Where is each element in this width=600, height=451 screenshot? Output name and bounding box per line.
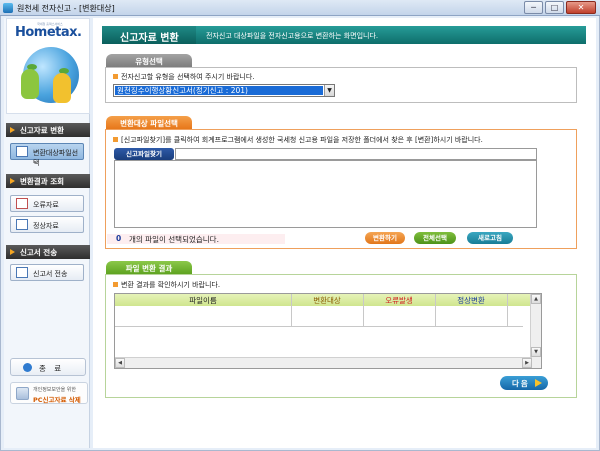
sidebar-item-label: 신고서 전송 — [33, 270, 68, 278]
hometax-logo: 국세청 홈택스서비스 Hometax. — [6, 18, 90, 114]
file-path-field[interactable] — [175, 148, 537, 160]
exit-label: 종 료 — [39, 364, 65, 373]
exit-button[interactable]: 종 료 — [10, 358, 86, 376]
sidebar: 국세청 홈택스서비스 Hometax. 신고자료 변환 변환대상파일선택 변환결… — [4, 18, 90, 448]
column-header-error: 오류발생 — [385, 296, 413, 305]
table-header: 파일이름 변환대상 오류발생 정상변환 — [115, 294, 541, 306]
arrow-right-icon — [10, 178, 15, 184]
selected-file-count: 0 — [116, 234, 122, 243]
scroll-down-icon[interactable]: ▼ — [531, 347, 541, 357]
pc-delete-line2: PC신고자료 삭제 — [33, 396, 81, 404]
page-description: 전자신고 대상파일을 전자신고용으로 변환하는 화면입니다. — [206, 32, 379, 40]
table-row-divider — [115, 326, 523, 327]
conversion-result-table[interactable]: 파일이름 변환대상 오류발생 정상변환 ▲ ▼ ◀ ▶ — [114, 293, 542, 369]
sidebar-section-submit: 신고서 전송 — [6, 245, 90, 259]
column-divider — [363, 294, 364, 326]
selected-file-count-label: 개의 파일이 선택되었습니다. — [129, 235, 219, 244]
arrow-right-icon — [10, 249, 15, 255]
mascot-yellow — [53, 73, 71, 103]
sidebar-section-label: 변환결과 조회 — [20, 177, 65, 186]
logo-text: Hometax. — [15, 25, 82, 40]
bullet-icon — [113, 137, 118, 142]
horizontal-scrollbar[interactable]: ◀ ▶ — [115, 357, 532, 368]
folder-icon — [16, 146, 28, 157]
main-panel: 신고자료 변환 전자신고 대상파일을 전자신고용으로 변환하는 화면입니다. 유… — [93, 18, 596, 448]
refresh-button[interactable]: 새로고침 — [467, 232, 513, 244]
scroll-up-icon[interactable]: ▲ — [531, 294, 541, 304]
delete-pc-data-button[interactable]: 개인정보보안을 위한 PC신고자료 삭제 — [10, 382, 88, 404]
column-divider — [291, 294, 292, 326]
window-controls: ─ □ ✕ — [524, 1, 596, 14]
column-divider — [507, 294, 508, 326]
page-header: 신고자료 변환 전자신고 대상파일을 전자신고용으로 변환하는 화면입니다. — [102, 26, 586, 44]
sidebar-item-label: 정상자료 — [33, 222, 59, 230]
maximize-button[interactable]: □ — [545, 1, 564, 14]
sidebar-section-convert: 신고자료 변환 — [6, 123, 90, 137]
sidebar-item-select-file[interactable]: 변환대상파일선택 — [10, 143, 84, 167]
minimize-button[interactable]: ─ — [524, 1, 543, 14]
page-title: 신고자료 변환 — [102, 26, 196, 44]
send-icon — [16, 267, 28, 278]
window-titlebar: 원천세 전자신고 - [변환대상] ─ □ ✕ — [0, 0, 600, 16]
sidebar-item-normal-data[interactable]: 정상자료 — [10, 216, 84, 233]
sidebar-item-submit-return[interactable]: 신고서 전송 — [10, 264, 84, 281]
selected-files-list[interactable] — [114, 160, 537, 228]
computer-icon — [16, 387, 29, 400]
sidebar-item-label: 오류자료 — [33, 201, 59, 209]
next-button[interactable]: 다음 — [500, 376, 548, 390]
bullet-icon — [113, 282, 118, 287]
chevron-down-icon[interactable]: ▼ — [324, 85, 334, 96]
sidebar-item-label: 변환대상파일선택 — [33, 149, 79, 167]
column-divider — [435, 294, 436, 326]
bullet-icon — [113, 74, 118, 79]
arrow-right-icon — [535, 379, 542, 387]
pc-delete-line1: 개인정보보안을 위한 — [33, 387, 76, 393]
arrow-right-icon — [10, 127, 15, 133]
return-type-value: 원천징수이행상황신고서(정기신고 : 201) — [115, 86, 323, 95]
mascot-green — [21, 69, 39, 99]
file-section-tab: 변환대상 파일선택 — [106, 116, 192, 129]
document-ok-icon — [16, 219, 28, 230]
file-hint: [신고파일찾기]를 클릭하여 회계프로그램에서 생성한 국세청 신고용 파일을 … — [121, 136, 483, 144]
sidebar-section-label: 신고서 전송 — [20, 248, 58, 257]
exit-icon — [23, 363, 32, 372]
type-hint: 전자신고할 유형을 선택하여 주시기 바랍니다. — [121, 73, 255, 81]
close-button[interactable]: ✕ — [566, 1, 596, 14]
return-type-select[interactable]: 원천징수이행상황신고서(정기신고 : 201) ▼ — [113, 84, 335, 97]
column-header-convert-target: 변환대상 — [313, 296, 341, 305]
sidebar-item-error-data[interactable]: 오류자료 — [10, 195, 84, 212]
find-file-button[interactable]: 신고파일찾기 — [114, 148, 174, 160]
app-icon — [3, 3, 13, 13]
scroll-left-icon[interactable]: ◀ — [115, 358, 125, 368]
convert-button[interactable]: 변환하기 — [365, 232, 405, 244]
select-all-button[interactable]: 전체선택 — [414, 232, 456, 244]
type-section-tab: 유형선택 — [106, 54, 192, 67]
sidebar-section-label: 신고자료 변환 — [20, 126, 65, 135]
window-title: 원천세 전자신고 - [변환대상] — [17, 4, 115, 13]
column-header-filename: 파일이름 — [189, 296, 217, 305]
document-error-icon — [16, 198, 28, 209]
scroll-right-icon[interactable]: ▶ — [522, 358, 532, 368]
next-button-label: 다음 — [512, 379, 530, 388]
column-header-success: 정상변환 — [457, 296, 485, 305]
result-hint: 변환 결과를 확인하시기 바랍니다. — [121, 281, 221, 289]
result-section-tab: 파일 변환 결과 — [106, 261, 192, 274]
sidebar-section-results: 변환결과 조회 — [6, 174, 90, 188]
